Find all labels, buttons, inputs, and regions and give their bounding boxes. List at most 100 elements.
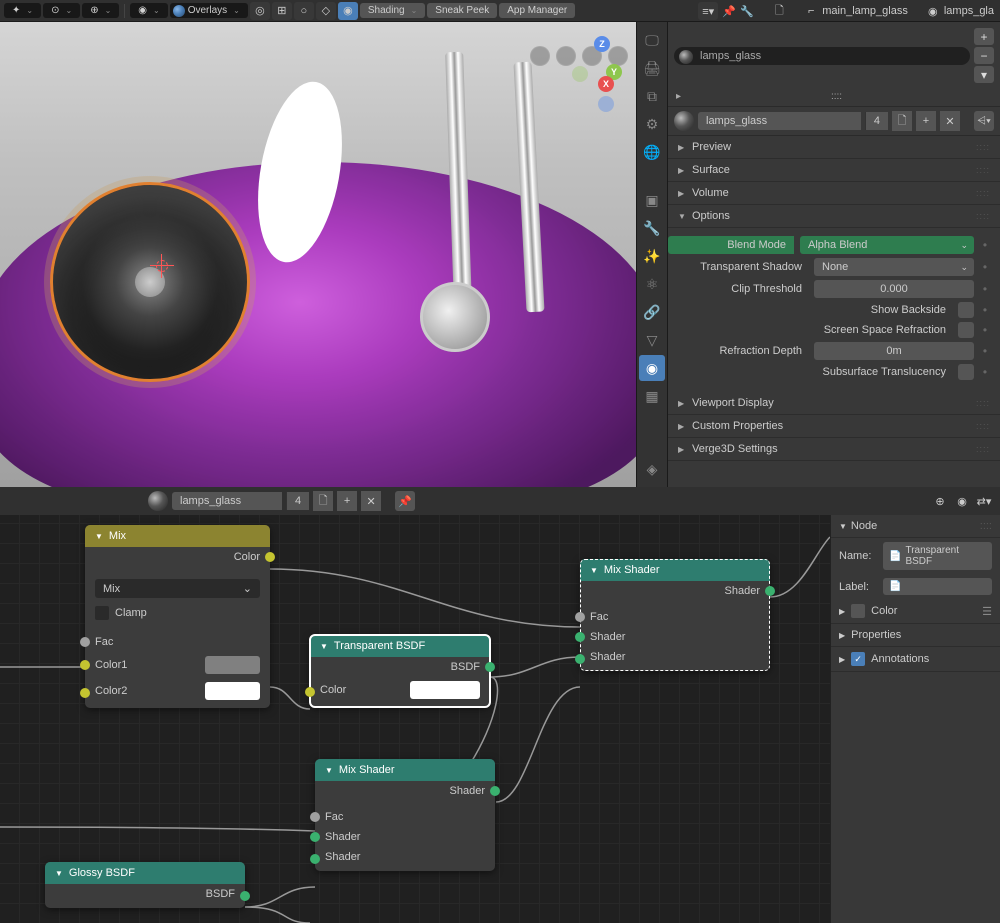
node-editor[interactable]: lamps_glass 4 🗋 + ✕ 📌 ⊕ ◉ ⇄▾ ▼Node:::: N… xyxy=(0,487,1000,923)
socket-sh2[interactable] xyxy=(310,854,320,864)
breadcrumb-object[interactable]: main_lamp_glass xyxy=(822,5,908,17)
transparent-header[interactable]: ▼Transparent BSDF xyxy=(310,635,490,657)
pivot-mode[interactable]: ⊙⌄ xyxy=(43,3,80,18)
ne-copy-button[interactable]: + xyxy=(337,491,357,511)
node-transparent-bsdf[interactable]: ▼Transparent BSDF BSDF Color xyxy=(310,635,490,707)
socket-c2[interactable] xyxy=(80,688,90,698)
ns-section-color[interactable]: ▶Color☰ xyxy=(831,599,1000,624)
shading-dropdown[interactable]: Shading⌄ xyxy=(360,3,425,18)
tab-world[interactable]: 🌐 xyxy=(639,139,665,165)
unlink-material-button[interactable]: ✕ xyxy=(940,111,960,131)
gizmo-x[interactable]: X xyxy=(598,76,614,92)
node-mix-shader-2[interactable]: ▼Mix Shader Shader Fac Shader Shader xyxy=(315,759,495,871)
ne-pin-button[interactable]: 📌 xyxy=(395,491,415,511)
glossy-header[interactable]: ▼Glossy BSDF xyxy=(45,862,245,884)
option-anim-dot[interactable]: • xyxy=(980,238,990,252)
ns-name-input[interactable]: 📄 Transparent BSDF xyxy=(883,542,992,570)
section-preview[interactable]: ▶Preview:::: xyxy=(668,136,1000,159)
slot-remove-button[interactable]: − xyxy=(974,47,994,64)
tab-scene[interactable]: ⚙ xyxy=(639,111,665,137)
socket-fac[interactable] xyxy=(80,637,90,647)
visibility-menu[interactable]: ◉⌄ xyxy=(130,3,167,18)
node-mix[interactable]: ▼Mix Color Mix⌄ Clamp Fac Color1 Color2 xyxy=(85,525,270,708)
gizmo-neg-z[interactable] xyxy=(598,96,614,112)
ns-section-properties[interactable]: ▶Properties xyxy=(831,624,1000,647)
ne-material-users[interactable]: 4 xyxy=(286,492,309,510)
tab-data[interactable]: ▽ xyxy=(639,327,665,353)
mix-color1-swatch[interactable] xyxy=(205,656,260,674)
socket-sh2[interactable] xyxy=(575,654,585,664)
toggle-2[interactable]: ⊞ xyxy=(272,2,292,20)
mix-clamp-checkbox[interactable] xyxy=(95,606,109,620)
overlays-dropdown[interactable]: Overlays⌄ xyxy=(170,3,248,18)
tab-modifiers[interactable]: 🔧 xyxy=(639,215,665,241)
tab-verge3d[interactable]: ◈ xyxy=(639,456,665,482)
gizmo-neg-y[interactable] xyxy=(572,66,588,82)
sss-checkbox[interactable] xyxy=(958,364,974,380)
socket-fac[interactable] xyxy=(310,812,320,822)
ne-unlink-button[interactable]: ✕ xyxy=(361,491,381,511)
material-name-field[interactable]: lamps_glass xyxy=(698,112,861,130)
section-verge3d[interactable]: ▶Verge3D Settings:::: xyxy=(668,438,1000,461)
transparent-shadow-field[interactable]: None⌄ xyxy=(814,258,974,276)
breadcrumb-material[interactable]: lamps_gla xyxy=(944,5,994,17)
socket-color-in[interactable] xyxy=(305,687,315,697)
ne-material-name[interactable]: lamps_glass xyxy=(172,492,282,510)
tab-particles[interactable]: ✨ xyxy=(639,243,665,269)
new-material-button[interactable]: 🗋 xyxy=(892,111,912,131)
refraction-depth-field[interactable]: 0m xyxy=(814,342,974,360)
node-toggle-button[interactable]: ⩤▾ xyxy=(974,111,994,131)
ne-material-icon[interactable] xyxy=(148,491,168,511)
ns-section-node[interactable]: ▼Node:::: xyxy=(831,515,1000,538)
socket-bsdf-out[interactable] xyxy=(485,662,495,672)
socket-sh1[interactable] xyxy=(575,632,585,642)
socket-c1[interactable] xyxy=(80,660,90,670)
editor-type-icon[interactable]: ≡▾ xyxy=(698,2,718,20)
section-viewport-display[interactable]: ▶Viewport Display:::: xyxy=(668,392,1000,415)
section-volume[interactable]: ▶Volume:::: xyxy=(668,182,1000,205)
filter-icon[interactable]: 🔧 xyxy=(740,4,754,18)
nav-gizmo[interactable]: Z Y X xyxy=(566,36,626,96)
snap-mode[interactable]: ⊕⌄ xyxy=(82,3,119,18)
pin-icon[interactable]: 📌 xyxy=(722,4,736,18)
section-options[interactable]: ▼Options:::: xyxy=(668,205,1000,228)
mixsh1-header[interactable]: ▼Mix Shader xyxy=(580,559,770,581)
ne-tools-1[interactable]: ⊕ xyxy=(930,491,950,511)
clip-threshold-field[interactable]: 0.000 xyxy=(814,280,974,298)
toggle-1[interactable]: ◎ xyxy=(250,2,270,20)
browse-material-icon[interactable] xyxy=(674,111,694,131)
section-custom-properties[interactable]: ▶Custom Properties:::: xyxy=(668,415,1000,438)
tab-object[interactable]: ▣ xyxy=(639,187,665,213)
tab-physics[interactable]: ⚛ xyxy=(639,271,665,297)
ns-color-check[interactable] xyxy=(851,604,865,618)
blend-mode-field[interactable]: Alpha Blend⌄ xyxy=(800,236,974,254)
tab-render[interactable]: 🖵 xyxy=(639,27,665,53)
ne-tools-2[interactable]: ◉ xyxy=(952,491,972,511)
tab-constraints[interactable]: 🔗 xyxy=(639,299,665,325)
tab-output[interactable]: 🖨 xyxy=(639,55,665,81)
copy-material-button[interactable]: + xyxy=(916,111,936,131)
interaction-mode[interactable]: ✦⌄ xyxy=(4,3,41,18)
tab-viewlayer[interactable]: ⧉ xyxy=(639,83,665,109)
ne-new-button[interactable]: 🗋 xyxy=(313,491,333,511)
node-mix-shader-1[interactable]: ▼Mix Shader Shader Fac Shader Shader xyxy=(580,559,770,671)
transparent-color-swatch[interactable] xyxy=(410,681,480,699)
vp-overlay-camera-icon[interactable] xyxy=(530,46,550,66)
material-slot[interactable]: lamps_glass xyxy=(674,47,970,65)
app-manager-button[interactable]: App Manager xyxy=(499,3,575,18)
mixsh2-header[interactable]: ▼Mix Shader xyxy=(315,759,495,781)
sneak-peek-button[interactable]: Sneak Peek xyxy=(427,3,497,18)
socket-sh1[interactable] xyxy=(310,832,320,842)
socket-out[interactable] xyxy=(240,891,250,901)
gizmo-z[interactable]: Z xyxy=(594,36,610,52)
socket-out[interactable] xyxy=(265,552,275,562)
socket-fac[interactable] xyxy=(575,612,585,622)
ssr-checkbox[interactable] xyxy=(958,322,974,338)
node-glossy-bsdf[interactable]: ▼Glossy BSDF BSDF xyxy=(45,862,245,908)
ns-label-input[interactable]: 📄 xyxy=(883,578,992,595)
node-mix-header[interactable]: ▼Mix xyxy=(85,525,270,547)
viewport[interactable] xyxy=(0,22,636,487)
ns-section-annotations[interactable]: ▶✓Annotations xyxy=(831,647,1000,672)
toggle-4[interactable]: ◇ xyxy=(316,2,336,20)
tab-texture[interactable]: ▦ xyxy=(639,383,665,409)
